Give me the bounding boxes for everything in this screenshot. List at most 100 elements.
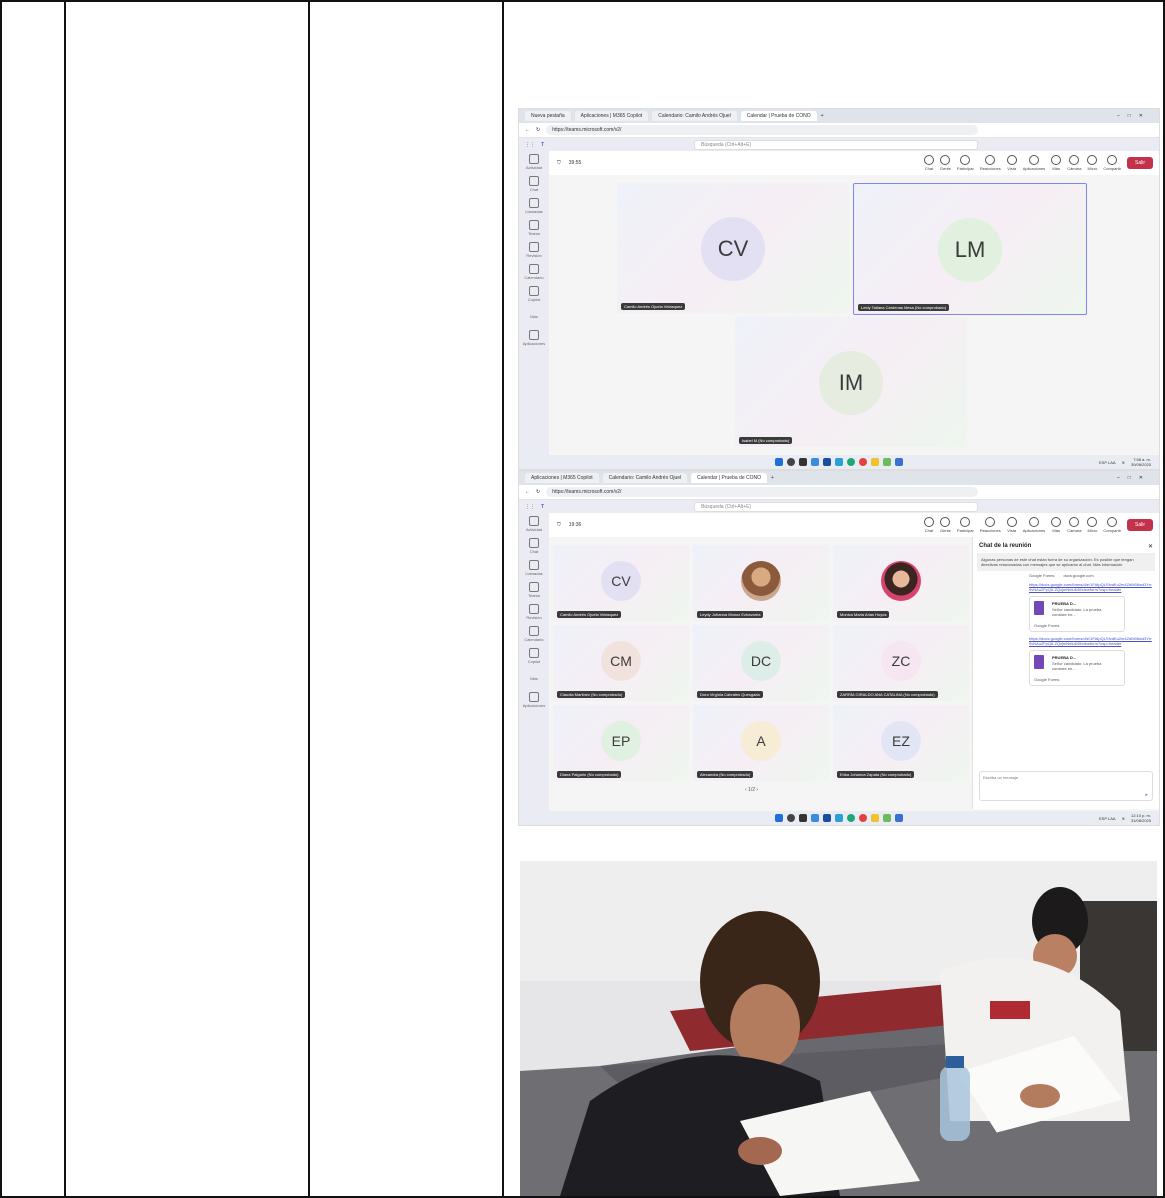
chrome-icon[interactable] — [859, 458, 867, 466]
link-preview-card[interactable]: PRUEBA D... Señor candidato: La prueba c… — [1029, 650, 1125, 686]
tool-mic[interactable]: Micro — [1087, 517, 1098, 533]
window-controls[interactable]: –□✕ — [1117, 113, 1159, 119]
app-icon[interactable] — [883, 814, 891, 822]
browser-tab[interactable]: Aplicaciones | M365 Copilot — [525, 473, 599, 483]
rail-item-copilot[interactable]: Copilot — [519, 645, 549, 667]
edge-icon[interactable] — [847, 458, 855, 466]
language-indicator[interactable]: ESP LAA — [1099, 816, 1116, 821]
app-icon[interactable] — [883, 458, 891, 466]
url-field[interactable]: https://teams.microsoft.com/v2/ — [546, 125, 979, 135]
tool-people[interactable]: Gente — [940, 155, 951, 171]
leave-button[interactable]: Salir — [1126, 157, 1153, 169]
window-controls[interactable]: –□✕ — [1117, 475, 1159, 481]
tool-raise-hand[interactable]: Participar — [957, 155, 974, 171]
teams-search-input[interactable]: Búsqueda (Ctrl+Alt+E) — [694, 502, 979, 512]
rail-item-activity[interactable]: Actividad — [519, 513, 549, 535]
tool-raise-hand[interactable]: Participar — [957, 517, 974, 533]
tool-more[interactable]: Más — [1051, 155, 1062, 171]
participant-tile[interactable]: DC Dora Virginia Cabrales Quesgada — [693, 625, 829, 701]
language-indicator[interactable]: ESP LAA — [1099, 460, 1116, 465]
participant-tile[interactable]: LM Leidy Tatiana Cárdenas Mesa (No compr… — [853, 183, 1087, 315]
tool-share[interactable]: Compartir — [1103, 155, 1121, 171]
tool-apps[interactable]: Aplicaciones — [1023, 517, 1045, 533]
rail-item-calendar[interactable]: Calendario — [519, 261, 549, 283]
tool-reactions[interactable]: Reacciones — [980, 517, 1001, 533]
participant-tile[interactable]: CV Camilo Andrés Ojuela Velasquez — [553, 545, 689, 621]
tool-chat[interactable]: Chat — [924, 155, 934, 171]
folder-icon[interactable] — [871, 458, 879, 466]
chat-compose-input[interactable]: Escriba un mensaje ➤ — [979, 771, 1153, 801]
rail-item-calendar[interactable]: Calendario — [519, 623, 549, 645]
participant-tile[interactable]: EP Diana Palgarin (No comprobado) — [553, 705, 689, 781]
app-icon[interactable] — [811, 458, 819, 466]
chat-message-link[interactable]: https://docs.google.com/forms/d/e/1FAIpQ… — [973, 634, 1159, 648]
tool-apps[interactable]: Aplicaciones — [1023, 155, 1045, 171]
browser-tab[interactable]: Calendario: Camilo Andrés Ojuel — [602, 473, 688, 483]
task-view-icon[interactable] — [799, 814, 807, 822]
rail-item-copilot[interactable]: Copilot — [519, 283, 549, 305]
teams-search-input[interactable]: Búsqueda (Ctrl+Alt+E) — [694, 140, 979, 150]
rail-item-chat[interactable]: Chat — [519, 173, 549, 195]
app-icon[interactable] — [811, 814, 819, 822]
search-icon[interactable] — [787, 458, 795, 466]
participant-tile[interactable]: ZC ZARRÍA GIRALDO ANA CATALINA (No compr… — [833, 625, 969, 701]
task-view-icon[interactable] — [799, 458, 807, 466]
back-icon[interactable]: ← — [525, 127, 530, 133]
apps-grid-icon[interactable]: ⋮⋮ — [525, 504, 535, 510]
close-icon[interactable]: ✕ — [1148, 543, 1153, 550]
wifi-icon[interactable]: ≋ — [1122, 816, 1125, 821]
link-preview-card[interactable]: PRUEBA D... Señor candidato: La prueba c… — [1029, 596, 1125, 632]
app-icon[interactable] — [823, 814, 831, 822]
tool-mic[interactable]: Micro — [1087, 155, 1098, 171]
tool-view[interactable]: Vista — [1006, 155, 1017, 171]
gallery-pager[interactable]: ‹ 1/2 › — [745, 787, 758, 793]
browser-tab[interactable]: Nueva pestaña — [525, 111, 571, 121]
rail-item-more[interactable]: Más — [519, 305, 549, 327]
rail-item-review[interactable]: Revisión — [519, 601, 549, 623]
windows-start-icon[interactable] — [775, 458, 783, 466]
rail-item-more[interactable]: Más — [519, 667, 549, 689]
back-icon[interactable]: ← — [525, 489, 530, 495]
app-icon[interactable] — [895, 458, 903, 466]
chevron-right-icon[interactable]: › — [756, 787, 758, 793]
system-clock[interactable]: 7:58 a. m. 30/08/2025 — [1131, 457, 1151, 467]
tool-more[interactable]: Más — [1051, 517, 1062, 533]
send-icon[interactable]: ➤ — [1145, 792, 1148, 797]
rail-item-teams[interactable]: Teams — [519, 579, 549, 601]
chevron-left-icon[interactable]: ‹ — [745, 787, 747, 793]
participant-tile[interactable]: A Alexandra (No comprobado) — [693, 705, 829, 781]
tool-view[interactable]: Vista — [1006, 517, 1017, 533]
tool-camera[interactable]: Cámara — [1067, 517, 1081, 533]
app-icon[interactable] — [835, 458, 843, 466]
participant-tile[interactable]: CM Claudia Martinez (No comprobado) — [553, 625, 689, 701]
tool-reactions[interactable]: Reacciones — [980, 155, 1001, 171]
app-icon[interactable] — [895, 814, 903, 822]
leave-button[interactable]: Salir — [1126, 519, 1153, 531]
rail-item-apps[interactable]: Aplicaciones — [519, 327, 549, 349]
browser-tab[interactable]: Calendar | Prueba de CONO — [691, 473, 767, 483]
new-tab-icon[interactable]: + — [771, 475, 774, 481]
windows-start-icon[interactable] — [775, 814, 783, 822]
browser-tab[interactable]: Aplicaciones | M365 Copilot — [574, 111, 649, 121]
participant-tile[interactable]: Monica Maria Arias Hoyos — [833, 545, 969, 621]
tool-chat[interactable]: Chat — [924, 517, 934, 533]
participant-tile[interactable]: EZ Erika Johanna Zapata (No comprobado) — [833, 705, 969, 781]
rail-item-teams[interactable]: Teams — [519, 217, 549, 239]
app-icon[interactable] — [823, 458, 831, 466]
reload-icon[interactable]: ↻ — [536, 489, 540, 495]
participant-tile[interactable]: CV Camilo Andrés Ojuela Velasquez — [617, 183, 849, 313]
apps-grid-icon[interactable]: ⋮⋮ — [525, 142, 535, 148]
browser-tab[interactable]: Calendar | Prueba de CONO — [740, 111, 817, 121]
app-icon[interactable] — [835, 814, 843, 822]
chrome-icon[interactable] — [859, 814, 867, 822]
url-field[interactable]: https://teams.microsoft.com/v2/ — [546, 487, 979, 497]
tool-people[interactable]: Gente — [940, 517, 951, 533]
reload-icon[interactable]: ↻ — [536, 127, 540, 133]
rail-item-calls[interactable]: Llamadas — [519, 557, 549, 579]
participant-tile[interactable]: IM Isabel M (No comprobado) — [735, 317, 967, 447]
rail-item-activity[interactable]: Actividad — [519, 151, 549, 173]
tool-camera[interactable]: Cámara — [1067, 155, 1081, 171]
wifi-icon[interactable]: ≋ — [1122, 460, 1125, 465]
search-icon[interactable] — [787, 814, 795, 822]
edge-icon[interactable] — [847, 814, 855, 822]
